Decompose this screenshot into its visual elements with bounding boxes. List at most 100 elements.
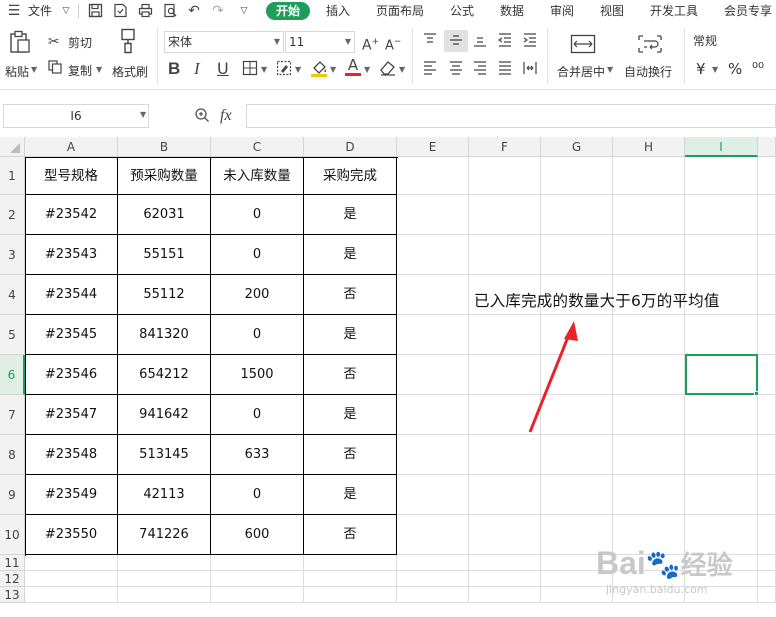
cell-f11[interactable]: [469, 555, 541, 571]
zoom-find-icon[interactable]: [194, 107, 210, 126]
cell-d1[interactable]: 采购完成: [304, 157, 397, 195]
column-header-i[interactable]: I: [685, 137, 758, 157]
cell-d6[interactable]: 否: [304, 355, 397, 395]
cell-d13[interactable]: [304, 587, 397, 603]
cell-h8[interactable]: [613, 435, 685, 475]
paste-icon[interactable]: [8, 30, 32, 54]
cell-h7[interactable]: [613, 395, 685, 435]
border-dropdown-icon[interactable]: ▼: [261, 65, 267, 74]
font-color-icon[interactable]: A: [345, 57, 361, 76]
cell-j10[interactable]: [758, 515, 776, 555]
cell-b10[interactable]: 741226: [118, 515, 211, 555]
border-icon[interactable]: [242, 60, 258, 80]
cell-f12[interactable]: [469, 571, 541, 587]
cell-j7[interactable]: [758, 395, 776, 435]
fill-color-icon[interactable]: [310, 58, 328, 82]
align-top-icon[interactable]: [422, 32, 438, 52]
cell-e8[interactable]: [397, 435, 469, 475]
wrap-text-button[interactable]: 自动换行: [624, 63, 672, 80]
currency-dropdown-icon[interactable]: ▼: [712, 65, 718, 74]
cell-h1[interactable]: [613, 157, 685, 195]
tab-formulas[interactable]: 公式: [450, 2, 474, 20]
cell-a11[interactable]: [25, 555, 118, 571]
column-header-a[interactable]: A: [25, 137, 118, 157]
formula-input[interactable]: [246, 104, 776, 128]
row-header-3[interactable]: 3: [0, 235, 25, 275]
cell-f1[interactable]: [469, 157, 541, 195]
cell-j3[interactable]: [758, 235, 776, 275]
cell-b5[interactable]: 841320: [118, 315, 211, 355]
paste-label[interactable]: 粘贴: [5, 63, 29, 80]
cell-c4[interactable]: 200: [211, 275, 304, 315]
row-header-13[interactable]: 13: [0, 587, 25, 603]
cell-c13[interactable]: [211, 587, 304, 603]
row-header-4[interactable]: 4: [0, 275, 25, 315]
row-header-6[interactable]: 6: [0, 355, 25, 395]
row-header-7[interactable]: 7: [0, 395, 25, 435]
cell-f3[interactable]: [469, 235, 541, 275]
cell-e3[interactable]: [397, 235, 469, 275]
tab-start[interactable]: 开始: [266, 2, 311, 20]
cell-a7[interactable]: #23547: [25, 395, 118, 435]
underline-icon[interactable]: U: [217, 60, 229, 78]
percent-icon[interactable]: %: [728, 60, 742, 78]
font-size-select[interactable]: 11 ▼: [285, 31, 355, 53]
fx-icon[interactable]: fx: [220, 107, 232, 125]
print-preview-icon[interactable]: [162, 3, 178, 19]
column-header-d[interactable]: D: [304, 137, 397, 157]
row-header-8[interactable]: 8: [0, 435, 25, 475]
align-middle-icon[interactable]: [448, 32, 464, 52]
cell-e2[interactable]: [397, 195, 469, 235]
cell-j6[interactable]: [758, 355, 776, 395]
print-icon[interactable]: [137, 3, 153, 19]
row-header-1[interactable]: 1: [0, 157, 25, 195]
tab-developer[interactable]: 开发工具: [650, 2, 698, 20]
cell-a2[interactable]: #23542: [25, 195, 118, 235]
cell-i7[interactable]: [685, 395, 758, 435]
font-color-dropdown-icon[interactable]: ▼: [364, 65, 370, 74]
cell-e1[interactable]: [397, 157, 469, 195]
cell-a1[interactable]: 型号规格: [25, 157, 118, 195]
cell-f10[interactable]: [469, 515, 541, 555]
distributed-align-icon[interactable]: [522, 60, 538, 80]
currency-icon[interactable]: ¥: [696, 60, 706, 78]
cell-e9[interactable]: [397, 475, 469, 515]
cell-b4[interactable]: 55112: [118, 275, 211, 315]
cell-d10[interactable]: 否: [304, 515, 397, 555]
merge-center-dropdown-icon[interactable]: ▼: [607, 65, 613, 74]
cell-c8[interactable]: 633: [211, 435, 304, 475]
cell-a3[interactable]: #23543: [25, 235, 118, 275]
cell-e11[interactable]: [397, 555, 469, 571]
cell-h9[interactable]: [613, 475, 685, 515]
cell-e12[interactable]: [397, 571, 469, 587]
row-header-11[interactable]: 11: [0, 555, 25, 571]
decrease-indent-icon[interactable]: [497, 32, 513, 52]
column-header-b[interactable]: B: [118, 137, 211, 157]
name-box-dropdown-icon[interactable]: ▼: [140, 110, 146, 119]
name-box[interactable]: I6: [3, 104, 149, 128]
cell-c10[interactable]: 600: [211, 515, 304, 555]
cell-i2[interactable]: [685, 195, 758, 235]
cell-f9[interactable]: [469, 475, 541, 515]
cell-j4[interactable]: [758, 275, 776, 315]
column-header-f[interactable]: F: [469, 137, 541, 157]
font-size-dropdown-icon[interactable]: ▼: [345, 32, 351, 52]
cell-d9[interactable]: 是: [304, 475, 397, 515]
cell-c2[interactable]: 0: [211, 195, 304, 235]
bold-icon[interactable]: B: [168, 60, 180, 78]
cell-f13[interactable]: [469, 587, 541, 603]
cell-e10[interactable]: [397, 515, 469, 555]
cell-e4[interactable]: [397, 275, 469, 315]
clear-format-icon[interactable]: [379, 60, 397, 80]
export-pdf-icon[interactable]: [112, 3, 128, 19]
row-header-5[interactable]: 5: [0, 315, 25, 355]
fill-color-dropdown-icon[interactable]: ▼: [330, 65, 336, 74]
cell-d4[interactable]: 否: [304, 275, 397, 315]
cell-i1[interactable]: [685, 157, 758, 195]
copy-icon[interactable]: [48, 60, 62, 78]
cell-g1[interactable]: [541, 157, 613, 195]
merge-center-button[interactable]: 合并居中: [557, 63, 605, 80]
tab-view[interactable]: 视图: [600, 2, 624, 20]
comma-style-icon[interactable]: ⁰⁰: [752, 59, 764, 77]
cell-b12[interactable]: [118, 571, 211, 587]
